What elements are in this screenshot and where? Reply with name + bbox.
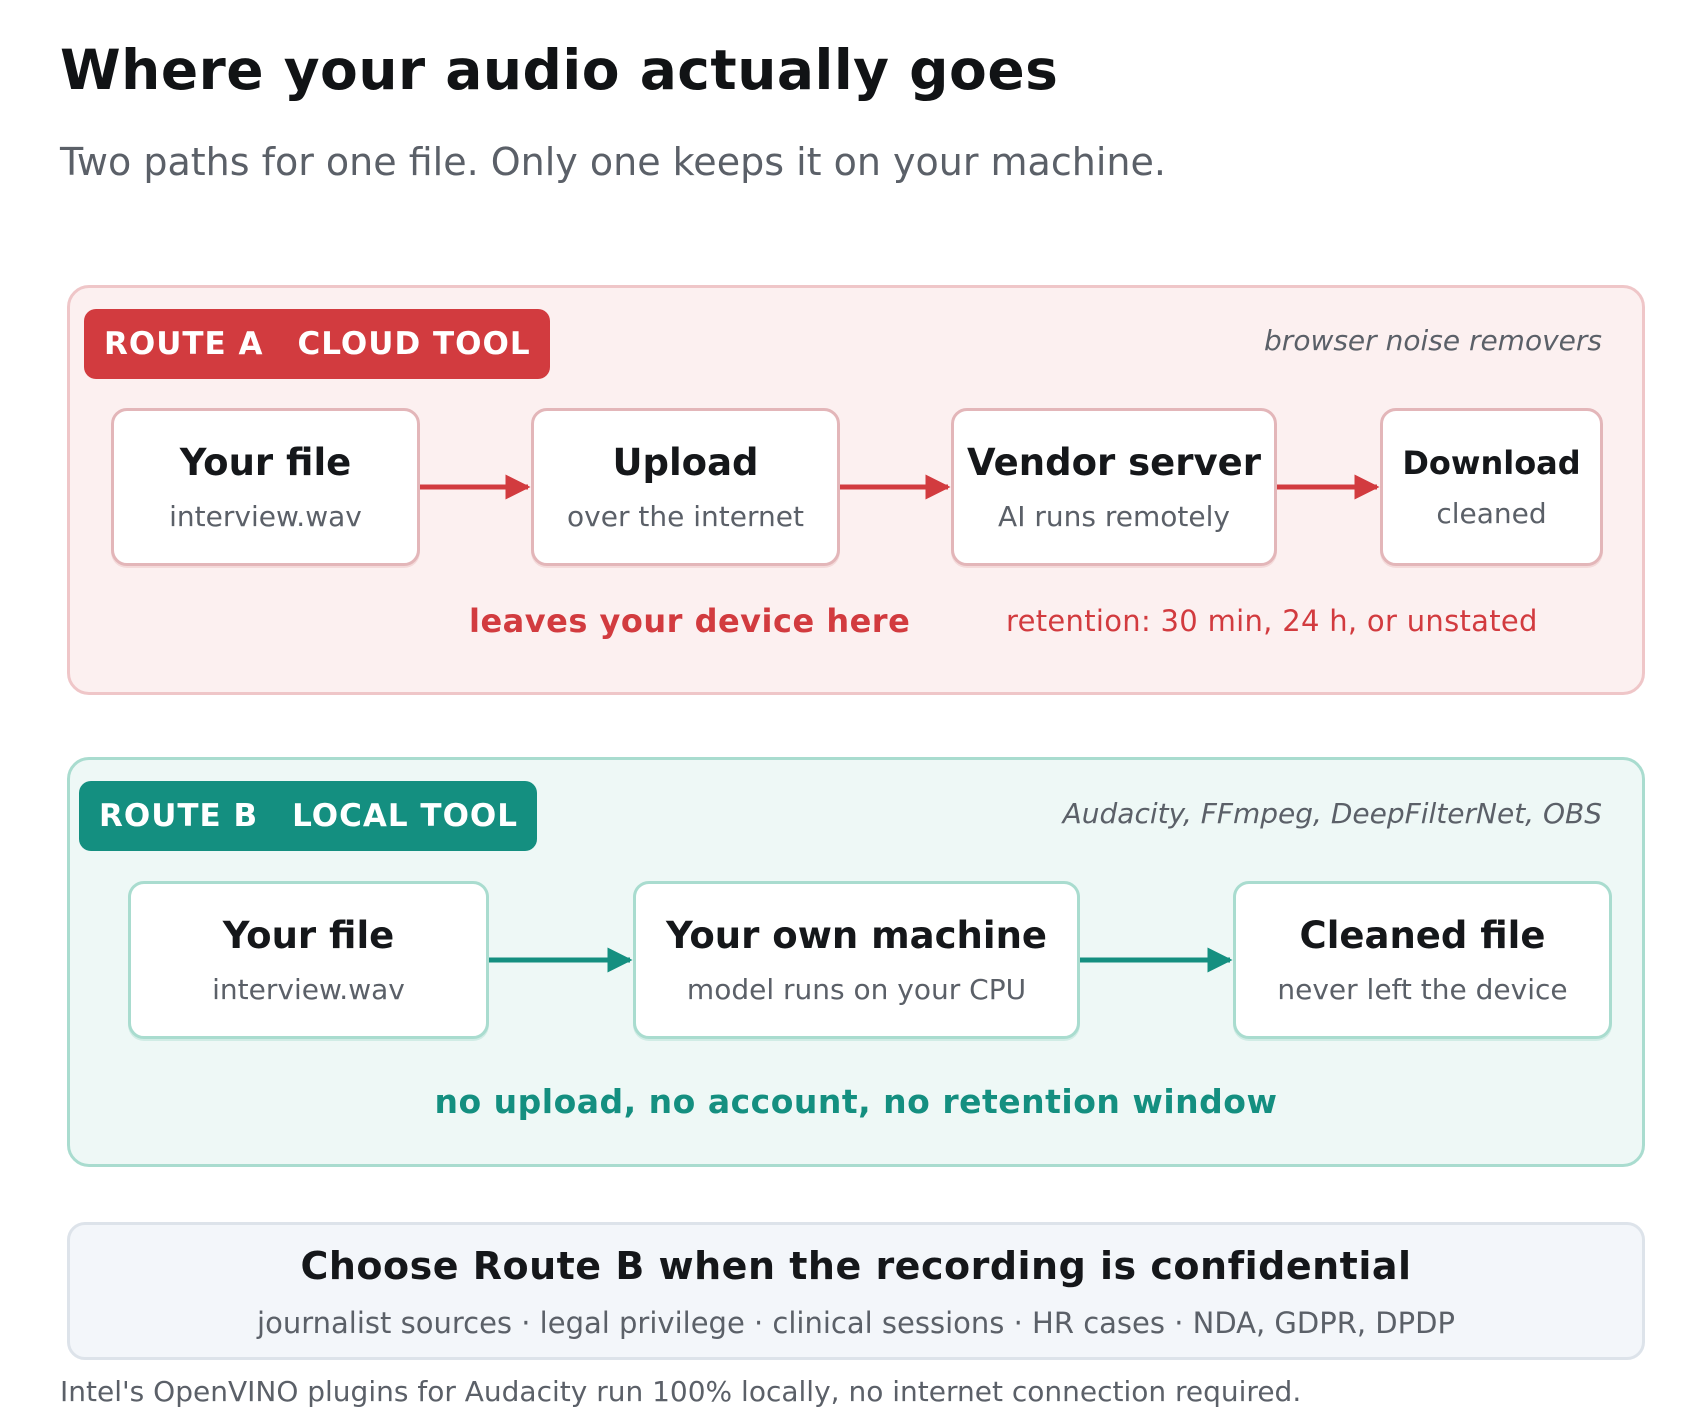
recommendation-use-cases: journalist sources · legal privilege · c… [257, 1306, 1455, 1340]
recommendation-title: Choose Route B when the recording is con… [300, 1244, 1412, 1288]
flow-arrows [420, 474, 1380, 973]
footer-note: Intel's OpenVINO plugins for Audacity ru… [60, 1375, 1302, 1408]
